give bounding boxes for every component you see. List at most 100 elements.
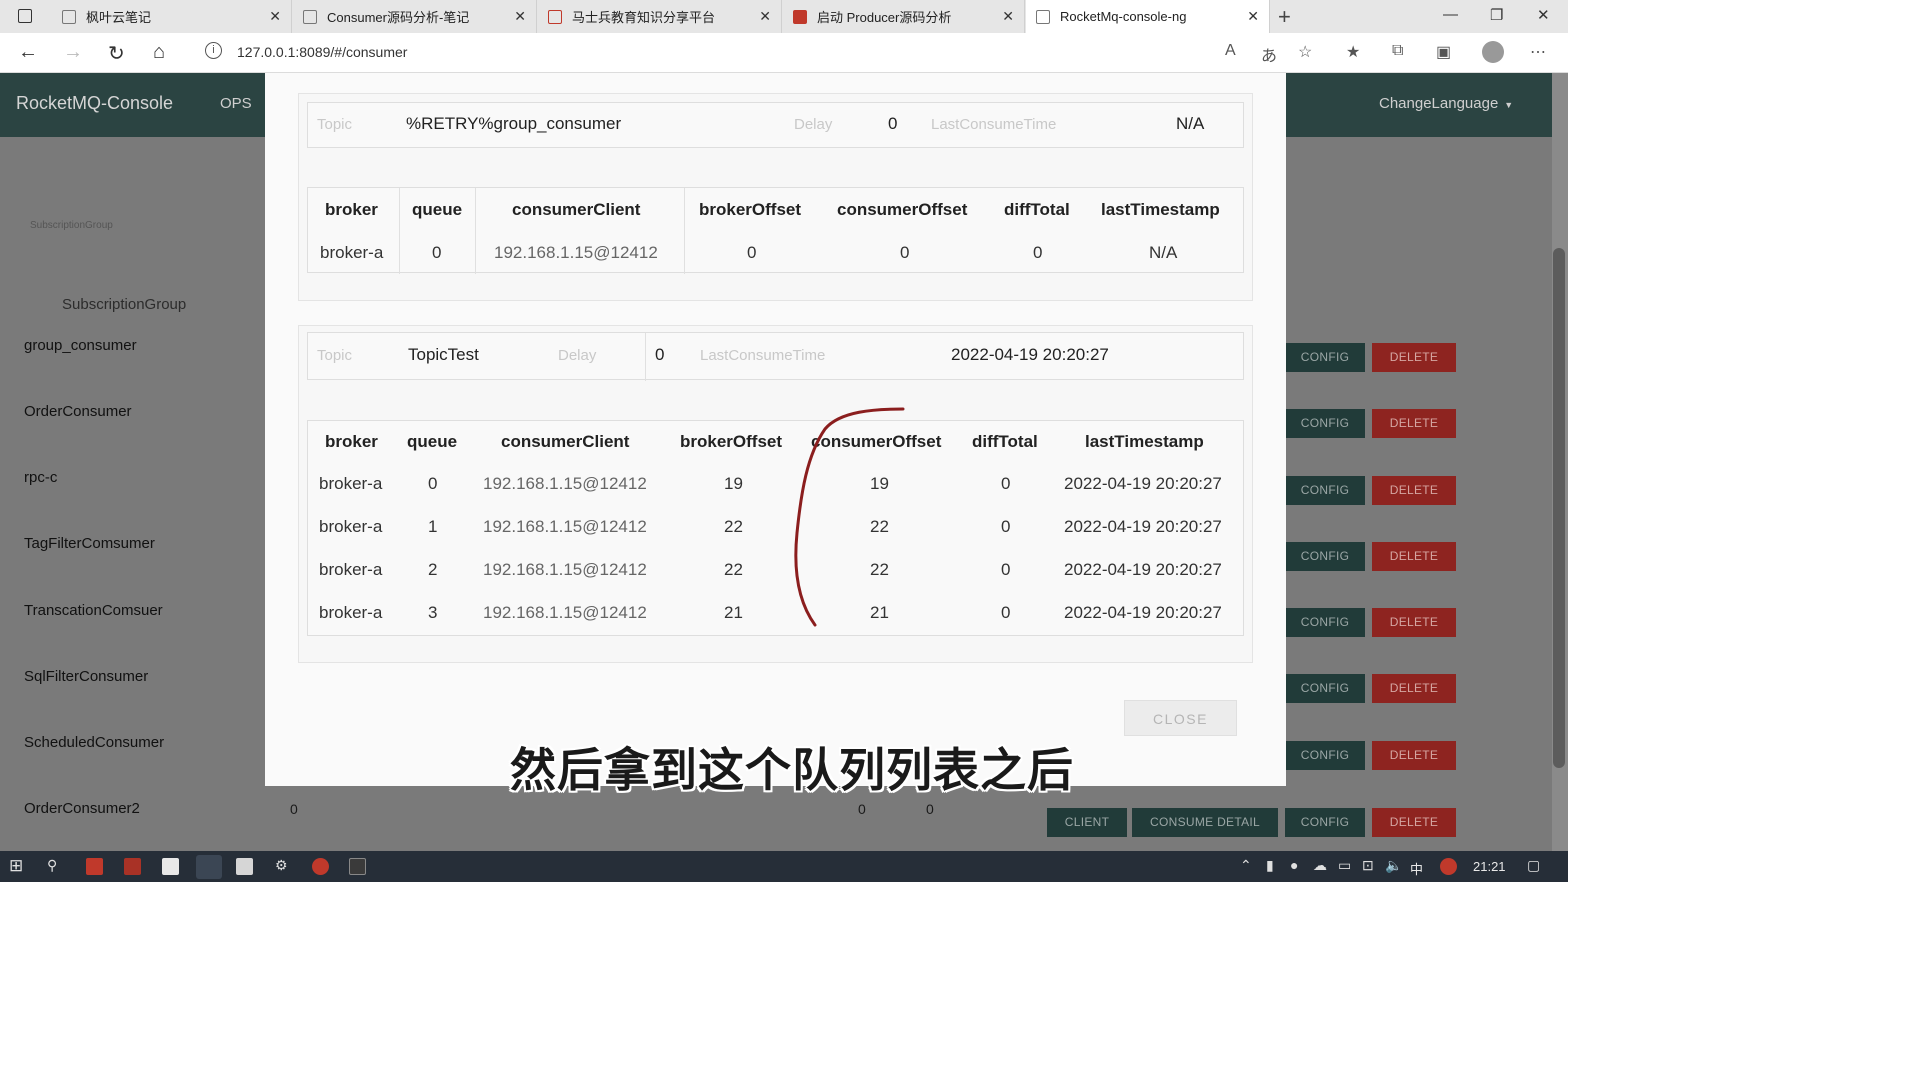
tab-actions-icon[interactable] xyxy=(18,9,32,23)
nav-ops[interactable]: OPS xyxy=(220,95,252,112)
translate-icon[interactable]: あ xyxy=(1261,42,1277,66)
close-tab-icon[interactable]: ✕ xyxy=(759,8,771,25)
tab-label: RocketMq-console-ng xyxy=(1060,9,1187,24)
config-button[interactable]: CONFIG xyxy=(1285,343,1365,372)
tab-rocketmq-console[interactable]: RocketMq-console-ng ✕ xyxy=(1026,0,1270,33)
close-tab-icon[interactable]: ✕ xyxy=(1247,8,1259,25)
tab-fengye-notes[interactable]: 枫叶云笔记 ✕ xyxy=(52,0,292,33)
delete-button[interactable]: DELETE xyxy=(1372,409,1456,438)
console-page: RocketMQ-Console OPS ChangeLanguage ▼ Sub… xyxy=(0,73,1568,851)
windows-start-icon[interactable]: ⊞ xyxy=(9,856,23,876)
restore-icon[interactable]: ❐ xyxy=(1490,6,1503,24)
cell-queue: 0 xyxy=(428,474,438,493)
config-button[interactable]: CONFIG xyxy=(1285,542,1365,571)
close-tab-icon[interactable]: ✕ xyxy=(269,8,281,25)
minimize-icon[interactable]: — xyxy=(1443,6,1458,23)
favorites-icon[interactable]: ★ xyxy=(1346,42,1360,62)
queue-table: broker queue consumerClient brokerOffset… xyxy=(307,420,1244,636)
tab-label: 马士兵教育知识分享平台 xyxy=(572,10,716,25)
close-tab-icon[interactable]: ✕ xyxy=(514,8,526,25)
netease-app-icon[interactable] xyxy=(312,858,329,875)
config-button[interactable]: CONFIG xyxy=(1285,409,1365,438)
url-field[interactable]: 127.0.0.1:8089/#/consumer xyxy=(237,44,407,60)
add-favorite-icon[interactable]: ☆ xyxy=(1298,42,1312,62)
subscription-group-search-label: SubscriptionGroup xyxy=(30,220,113,231)
back-icon[interactable]: ← xyxy=(18,41,38,64)
forward-icon[interactable]: → xyxy=(63,41,83,64)
config-button[interactable]: CONFIG xyxy=(1285,741,1365,770)
intellij-app-icon[interactable] xyxy=(124,858,141,875)
tray-expand-icon[interactable]: ⌃ xyxy=(1240,857,1252,874)
browser-tab-strip: 枫叶云笔记 ✕ Consumer源码分析-笔记 ✕ 马士兵教育知识分享平台 ✕ … xyxy=(0,0,1568,33)
settings-gear-icon[interactable]: ⚙ xyxy=(275,857,288,874)
topic-info-box: Topic %RETRY%group_consumer Delay 0 Last… xyxy=(307,102,1244,148)
red-pen-annotation xyxy=(794,407,905,627)
more-menu-icon[interactable]: ⋯ xyxy=(1530,42,1546,62)
delete-button[interactable]: DELETE xyxy=(1372,608,1456,637)
group-name: SqlFilterConsumer xyxy=(24,668,149,685)
cell-consumer-offset: 0 xyxy=(900,243,910,262)
volume-icon[interactable]: 🔈 xyxy=(1385,857,1402,874)
tab-mashibing[interactable]: 马士兵教育知识分享平台 ✕ xyxy=(538,0,782,33)
cell-broker: broker-a xyxy=(319,517,383,536)
config-button[interactable]: CONFIG xyxy=(1285,608,1365,637)
collections-icon[interactable]: ⧉ xyxy=(1392,42,1403,60)
delete-button[interactable]: DELETE xyxy=(1372,343,1456,372)
client-button[interactable]: CLIENT xyxy=(1047,808,1127,837)
browser-essentials-icon[interactable]: ▣ xyxy=(1436,42,1451,62)
network-icon[interactable]: ⊡ xyxy=(1362,857,1374,874)
close-button[interactable]: CLOSE xyxy=(1124,700,1237,736)
group-name: rpc-c xyxy=(24,469,58,486)
cell-last-timestamp: 2022-04-19 20:20:27 xyxy=(1064,603,1222,622)
column-header-last-timestamp: lastTimestamp xyxy=(1101,200,1220,219)
edge-browser-icon[interactable] xyxy=(196,855,222,879)
consume-detail-button[interactable]: CONSUME DETAIL xyxy=(1132,808,1278,837)
topic-panel-topictest: Topic TopicTest Delay 0 LastConsumeTime … xyxy=(298,325,1253,663)
tab-producer-video[interactable]: 启动 Producer源码分析 ✕ xyxy=(783,0,1025,33)
cell-consumer-client: 192.168.1.15@12412 xyxy=(483,517,647,536)
microphone-icon[interactable]: ▮ xyxy=(1266,857,1274,874)
column-divider xyxy=(645,333,646,381)
close-tab-icon[interactable]: ✕ xyxy=(1002,8,1014,25)
queue-table: broker queue consumerClient brokerOffset… xyxy=(307,187,1244,274)
site-info-icon[interactable]: i xyxy=(205,42,222,59)
ime-indicator[interactable]: 中 xyxy=(1410,859,1423,878)
delete-button[interactable]: DELETE xyxy=(1372,741,1456,770)
cloud-icon[interactable]: ☁ xyxy=(1313,857,1327,874)
tab-consumer-notes[interactable]: Consumer源码分析-笔记 ✕ xyxy=(293,0,537,33)
clock[interactable]: 21:21 xyxy=(1473,859,1506,874)
delete-button[interactable]: DELETE xyxy=(1372,542,1456,571)
notification-icon[interactable]: ▢ xyxy=(1527,857,1540,874)
sogou-ime-icon[interactable] xyxy=(1440,858,1457,875)
home-icon[interactable]: ⌂ xyxy=(153,41,165,64)
powerpoint-app-icon[interactable] xyxy=(86,858,103,875)
column-header-broker-offset: brokerOffset xyxy=(699,200,802,219)
change-language-dropdown[interactable]: ChangeLanguage ▼ xyxy=(1379,95,1513,112)
cell-diff-total: 0 xyxy=(1001,474,1011,493)
delay-label: Delay xyxy=(794,116,833,133)
brand-logo[interactable]: RocketMQ-Console xyxy=(16,93,173,114)
profile-avatar[interactable] xyxy=(1482,41,1504,63)
window-close-icon[interactable]: ✕ xyxy=(1537,6,1550,24)
search-icon[interactable]: ⚲ xyxy=(47,857,57,874)
subscription-group-column-header: SubscriptionGroup xyxy=(62,296,187,313)
cell-last-timestamp: 2022-04-19 20:20:27 xyxy=(1064,474,1222,493)
delete-button[interactable]: DELETE xyxy=(1372,476,1456,505)
refresh-icon[interactable]: ↻ xyxy=(108,41,125,66)
tray-app-icon[interactable]: ● xyxy=(1290,857,1298,873)
battery-icon[interactable]: ▭ xyxy=(1338,857,1351,874)
column-header-broker-offset: brokerOffset xyxy=(680,432,783,451)
config-button[interactable]: CONFIG xyxy=(1285,674,1365,703)
config-button[interactable]: CONFIG xyxy=(1285,476,1365,505)
delete-button[interactable]: DELETE xyxy=(1372,674,1456,703)
file-explorer-icon[interactable] xyxy=(236,858,253,875)
delete-button[interactable]: DELETE xyxy=(1372,808,1456,837)
terminal-app-icon[interactable] xyxy=(349,858,366,875)
read-aloud-icon[interactable]: A xyxy=(1225,42,1236,60)
config-button[interactable]: CONFIG xyxy=(1285,808,1365,837)
notes-app-icon[interactable] xyxy=(162,858,179,875)
page-scrollbar-thumb[interactable] xyxy=(1553,248,1565,768)
cell-diff-total: 0 xyxy=(1001,517,1011,536)
new-tab-icon[interactable]: + xyxy=(1278,4,1291,30)
row-value: 0 xyxy=(926,801,934,817)
